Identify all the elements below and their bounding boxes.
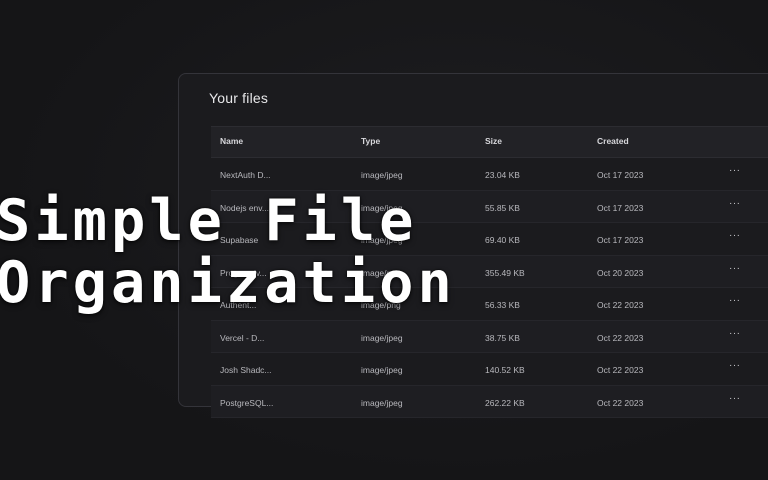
file-size: 355.49 KB [485,267,525,278]
file-size: 262.22 KB [485,397,525,408]
more-actions-icon[interactable]: ··· [729,393,741,404]
file-created: Oct 20 2023 [597,267,644,278]
more-actions-icon[interactable]: ··· [729,230,741,241]
table-row[interactable]: Josh Shadc... image/jpeg 140.52 KB Oct 2… [211,353,768,386]
file-name: Vercel - D... [220,332,265,343]
file-size: 140.52 KB [485,365,525,375]
file-size: 56.33 KB [485,300,520,310]
table-row[interactable]: PostgreSQL... image/jpeg 262.22 KB Oct 2… [211,385,768,418]
file-name: NextAuth D... [220,170,271,180]
more-actions-icon[interactable]: ··· [729,328,741,339]
more-actions-icon[interactable]: ··· [729,263,741,274]
file-size: 38.75 KB [485,332,520,343]
hero-title-line-2: Organization [0,250,456,316]
file-type: image/jpeg [361,332,403,343]
column-header-created[interactable]: Created [597,136,629,146]
more-actions-icon[interactable]: ··· [729,165,741,176]
file-created: Oct 22 2023 [597,365,644,375]
file-type: image/jpeg [361,170,403,180]
file-name: PostgreSQL... [220,397,274,408]
more-actions-icon[interactable]: ··· [729,360,741,371]
column-header-type[interactable]: Type [361,136,380,146]
file-size: 23.04 KB [485,170,520,180]
file-created: Oct 17 2023 [597,170,644,180]
file-created: Oct 22 2023 [597,300,644,310]
table-header: Name Type Size Created [211,126,768,158]
file-created: Oct 17 2023 [597,202,644,213]
file-type: image/jpeg [361,397,403,408]
file-size: 69.40 KB [485,235,520,245]
panel-title: Your files [209,90,269,106]
hero-title: Simple File Organization [0,190,456,314]
file-size: 55.85 KB [485,202,520,213]
column-header-size[interactable]: Size [485,136,502,146]
more-actions-icon[interactable]: ··· [729,295,741,306]
table-row[interactable]: Vercel - D... image/jpeg 38.75 KB Oct 22… [211,320,768,353]
table-row[interactable]: NextAuth D... image/jpeg 23.04 KB Oct 17… [211,158,768,191]
page: Your files Name Type Size Created NextAu… [0,0,768,480]
file-created: Oct 22 2023 [597,332,644,343]
file-created: Oct 22 2023 [597,397,644,408]
file-name: Josh Shadc... [220,365,272,375]
more-actions-icon[interactable]: ··· [729,198,741,209]
file-created: Oct 17 2023 [597,235,644,245]
column-header-name[interactable]: Name [220,136,243,146]
file-type: image/jpeg [361,365,403,375]
hero-title-line-1: Simple File [0,188,418,254]
